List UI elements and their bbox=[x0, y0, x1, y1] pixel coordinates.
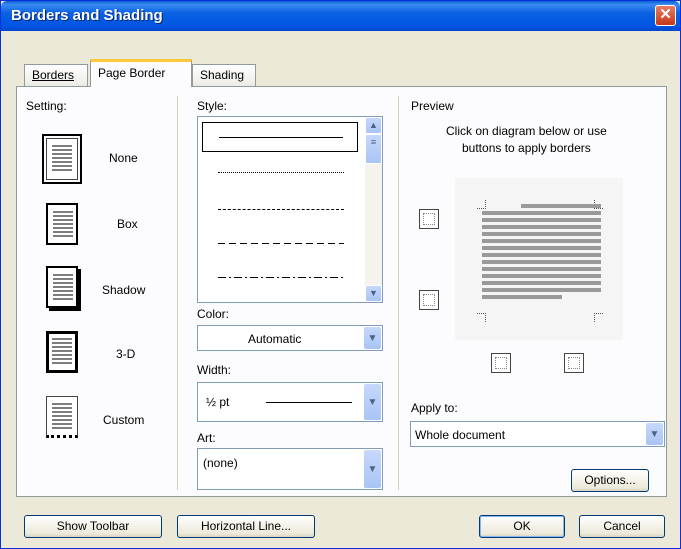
art-dropdown[interactable]: (none) ▼ bbox=[197, 448, 383, 490]
preview-text-line bbox=[482, 260, 601, 264]
options-button[interactable]: Options... bbox=[571, 469, 649, 492]
horizontal-line-button[interactable]: Horizontal Line... bbox=[177, 515, 315, 538]
preview-text-line bbox=[482, 253, 601, 257]
setting-none-label[interactable]: None bbox=[109, 151, 138, 165]
tab-page-border[interactable]: Page Border bbox=[90, 59, 192, 87]
width-sample-line bbox=[266, 402, 352, 403]
preview-text-line bbox=[482, 225, 601, 229]
show-toolbar-button[interactable]: Show Toolbar bbox=[24, 515, 162, 538]
borders-shading-dialog: Borders and Shading ✕ Borders Page Borde… bbox=[0, 0, 681, 549]
tab-label: Borders bbox=[32, 68, 75, 82]
preview-text-line bbox=[482, 218, 601, 222]
setting-box-label[interactable]: Box bbox=[117, 217, 138, 231]
preview-text-line bbox=[482, 288, 601, 292]
chevron-down-icon[interactable]: ▼ bbox=[646, 423, 663, 445]
art-label: Art: bbox=[197, 431, 216, 445]
preview-text-line bbox=[482, 246, 601, 250]
scroll-thumb[interactable]: ≡ bbox=[365, 134, 382, 164]
style-option-dotted[interactable] bbox=[202, 158, 358, 188]
chevron-down-icon[interactable]: ▼ bbox=[364, 327, 381, 349]
close-button[interactable]: ✕ bbox=[655, 5, 676, 26]
bottom-border-button[interactable] bbox=[419, 290, 439, 310]
setting-custom-label[interactable]: Custom bbox=[103, 413, 144, 427]
apply-to-label: Apply to: bbox=[411, 401, 458, 415]
title-bar[interactable]: Borders and Shading ✕ bbox=[1, 1, 680, 31]
setting-label: Setting: bbox=[26, 99, 67, 113]
preview-text-line bbox=[482, 267, 601, 271]
scroll-down-icon[interactable]: ▼ bbox=[365, 285, 382, 302]
left-border-button[interactable] bbox=[491, 353, 511, 373]
corner-mark bbox=[594, 313, 603, 322]
corner-mark bbox=[477, 200, 486, 209]
top-border-button[interactable] bbox=[419, 209, 439, 229]
width-label: Width: bbox=[197, 363, 232, 377]
style-option-solid[interactable] bbox=[202, 122, 358, 152]
color-label: Color: bbox=[197, 307, 230, 321]
divider bbox=[177, 96, 178, 490]
art-value: (none) bbox=[203, 456, 238, 470]
chevron-down-icon[interactable]: ▼ bbox=[364, 384, 381, 420]
width-dropdown[interactable]: ½ pt ▼ bbox=[197, 382, 383, 422]
preview-hint: Click on diagram below or use bbox=[446, 124, 607, 138]
tab-label: Shading bbox=[200, 68, 245, 82]
style-scrollbar[interactable]: ▲ ≡ ▼ bbox=[365, 117, 382, 302]
chevron-down-icon[interactable]: ▼ bbox=[364, 450, 381, 488]
style-label: Style: bbox=[197, 99, 228, 113]
preview-text-line bbox=[482, 281, 601, 285]
tab-shading[interactable]: Shading bbox=[192, 64, 256, 86]
right-border-button[interactable] bbox=[564, 353, 584, 373]
preview-hint: buttons to apply borders bbox=[462, 141, 591, 155]
corner-mark bbox=[477, 313, 486, 322]
setting-custom-icon[interactable] bbox=[46, 396, 78, 438]
setting-3d-icon[interactable] bbox=[46, 331, 78, 373]
setting-none-icon[interactable] bbox=[42, 134, 82, 184]
ok-button[interactable]: OK bbox=[479, 515, 565, 538]
setting-shadow-label[interactable]: Shadow bbox=[102, 283, 145, 297]
tab-borders[interactable]: Borders bbox=[24, 64, 88, 86]
scroll-up-icon[interactable]: ▲ bbox=[365, 117, 382, 134]
preview-text-line bbox=[521, 204, 601, 208]
color-dropdown[interactable]: Automatic ▼ bbox=[197, 325, 383, 351]
cancel-button[interactable]: Cancel bbox=[579, 515, 665, 538]
tab-label: Page Border bbox=[98, 66, 166, 80]
width-value: ½ pt bbox=[206, 395, 230, 409]
divider bbox=[398, 96, 399, 490]
style-listbox[interactable]: ▲ ≡ ▼ bbox=[197, 116, 383, 303]
setting-shadow-icon[interactable] bbox=[46, 266, 78, 308]
preview-text-line bbox=[482, 232, 601, 236]
style-option-dash-dot[interactable] bbox=[202, 263, 358, 293]
preview-text-line bbox=[482, 295, 562, 299]
style-option-small-dash[interactable] bbox=[202, 195, 358, 225]
preview-diagram[interactable] bbox=[455, 178, 623, 340]
preview-label: Preview bbox=[411, 99, 454, 113]
preview-text-line bbox=[482, 211, 601, 215]
preview-text-line bbox=[482, 274, 601, 278]
apply-to-dropdown[interactable]: Whole document ▼ bbox=[410, 421, 665, 447]
color-value: Automatic bbox=[248, 332, 302, 346]
preview-text-line bbox=[482, 239, 601, 243]
setting-box-icon[interactable] bbox=[46, 203, 78, 245]
window-title: Borders and Shading bbox=[11, 7, 163, 24]
style-option-dash[interactable] bbox=[202, 229, 358, 259]
setting-3d-label[interactable]: 3-D bbox=[116, 347, 135, 361]
apply-to-value: Whole document bbox=[415, 428, 506, 442]
